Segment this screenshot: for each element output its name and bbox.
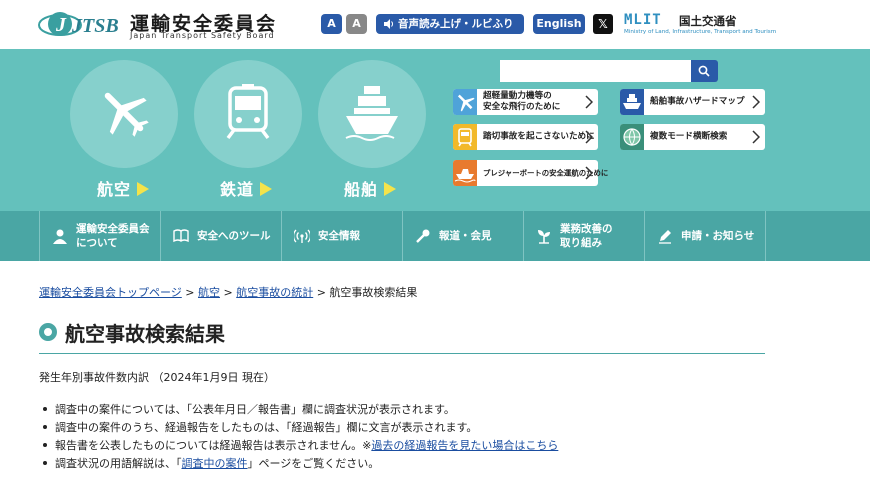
chevron-right-icon [585,95,593,109]
airplane-icon [104,92,149,137]
jtsb-logo-icon[interactable]: J JTSB [38,6,120,44]
nav-item-about-label: 運輸安全委員会 について [76,223,150,249]
nav-item-press[interactable]: 報道・会見 [403,211,523,261]
train-small-icon [453,124,477,150]
boat-icon [453,160,477,186]
font-size-standard-button[interactable]: A [346,14,367,34]
voice-reading-button[interactable]: 音声読み上げ・ルビふり [376,14,524,34]
past-progress-reports-link[interactable]: 過去の経過報告を見たい場合はこちら [371,439,558,452]
breadcrumb: 運輸安全委員会トップページ > 航空 > 航空事故の統計 > 航空事故検索結果 [39,284,417,300]
link-crossing-accidents[interactable]: 踏切事故を起こさないために [453,124,598,150]
svg-text:J: J [55,14,67,36]
chevron-right-icon [585,130,593,144]
link-ultralight-safety[interactable]: 超軽量動力機等の 安全な飛行のために [453,89,598,115]
microphone-icon [416,229,430,243]
category-railway-button[interactable] [194,60,302,168]
category-aviation-button[interactable] [70,60,178,168]
link-pleasure-boat-safety[interactable]: プレジャーボートの安全運航のために [453,160,608,186]
list-item: 調査中の案件については、「公表年月日／報告書」欄に調査状況が表示されます。 [39,401,558,419]
breadcrumb-home-link[interactable]: 運輸安全委員会トップページ [39,286,182,299]
breadcrumb-current: 航空事故検索結果 [329,286,418,299]
nav-item-safety-info-label: 安全情報 [318,230,360,242]
mlit-logo[interactable]: MLIT 国土交通省 Ministry of Land, Infrastruct… [624,12,776,38]
category-marine-label[interactable]: 船舶 [344,176,397,200]
chevron-right-icon [752,95,760,109]
category-aviation-label[interactable]: 航空 [97,176,150,200]
mlit-name-jp: 国土交通省 [679,14,737,28]
link-multimode-label: 複数モード横断検索 [650,131,728,142]
chevron-right-icon [585,166,593,180]
link-crossing-label: 踏切事故を起こさないために [483,131,595,142]
list-item: 報告書を公表したものについては経過報告は表示されません。※過去の経過報告を見たい… [39,437,558,455]
link-hazard-map-label: 船舶事故ハザードマップ [650,96,745,107]
nav-divider [765,211,766,261]
ship-small-icon [620,89,644,115]
site-subtitle: Japan Transport Safety Board [130,31,275,40]
category-marine-button[interactable] [318,60,426,168]
chevron-right-icon [752,130,760,144]
list-item: 調査状況の用語解説は、「調査中の案件」ページをご覧ください。 [39,455,558,473]
search-icon [698,65,710,77]
page-title: 航空事故検索結果 [65,322,225,346]
list-item: 調査中の案件のうち、経過報告をしたものは、「経過報告」欄に文言が表示されます。 [39,419,558,437]
globe-icon [620,124,644,150]
breadcrumb-stats-link[interactable]: 航空事故の統計 [236,286,313,299]
nav-item-safety-info[interactable]: 安全情報 [282,211,402,261]
nav-item-improvement-label: 業務改善の 取り組み [560,223,613,249]
breadcrumb-separator: > [181,286,198,299]
hero-section: 航空 鉄道 船舶 超軽量動力機等の 安全な飛行のために 踏切事故を起こさないため… [0,49,870,211]
link-ship-hazard-map[interactable]: 船舶事故ハザードマップ [620,89,765,115]
train-icon [226,84,270,140]
under-investigation-link[interactable]: 調査中の案件 [182,457,248,470]
speaker-icon [384,19,394,29]
breadcrumb-separator: > [313,286,330,299]
mlit-logo-text: MLIT [624,12,662,28]
title-bullet-icon [39,323,57,341]
nav-item-safety-tools[interactable]: 安全へのツール [161,211,281,261]
broadcast-icon [294,229,310,243]
breadcrumb-aviation-link[interactable]: 航空 [198,286,220,299]
nav-item-applications[interactable]: 申請・お知らせ [645,211,765,261]
notes-list: 調査中の案件については、「公表年月日／報告書」欄に調査状況が表示されます。 調査… [39,401,558,473]
nav-item-about[interactable]: 運輸安全委員会 について [40,211,160,261]
mlit-name-en: Ministry of Land, Infrastructure, Transp… [624,29,777,35]
nav-item-applications-label: 申請・お知らせ [681,230,755,242]
global-nav: 運輸安全委員会 について 安全へのツール 安全情報 報道・会見 業務改善の 取り組み… [0,211,870,261]
category-railway-label[interactable]: 鉄道 [220,176,273,200]
ship-icon [345,86,398,141]
breadcrumb-separator: > [220,286,237,299]
site-header: J JTSB 運輸安全委員会 Japan Transport Safety Bo… [0,0,870,49]
nav-item-improvement[interactable]: 業務改善の 取り組み [524,211,644,261]
person-icon [53,229,67,244]
sprout-icon [538,230,550,244]
x-social-icon[interactable]: 𝕏 [593,14,613,34]
link-ultralight-label: 超軽量動力機等の 安全な飛行のために [483,91,561,112]
summary-text: 発生年別事故件数内訳 （2024年1月9日 現在） [39,371,275,384]
search-input[interactable] [500,60,691,82]
nav-item-safety-tools-label: 安全へのツール [197,230,271,242]
font-size-large-button[interactable]: A [321,14,342,34]
search-button[interactable] [691,60,718,82]
voice-reading-label: 音声読み上げ・ルビふり [398,18,514,30]
link-multimode-search[interactable]: 複数モード横断検索 [620,124,765,150]
svg-text:JTSB: JTSB [71,15,119,37]
plane-icon [453,89,477,115]
nav-item-press-label: 報道・会見 [439,230,492,242]
english-button[interactable]: English [533,14,585,34]
book-icon [173,229,189,243]
pencil-icon [659,230,671,244]
title-divider [39,353,765,354]
